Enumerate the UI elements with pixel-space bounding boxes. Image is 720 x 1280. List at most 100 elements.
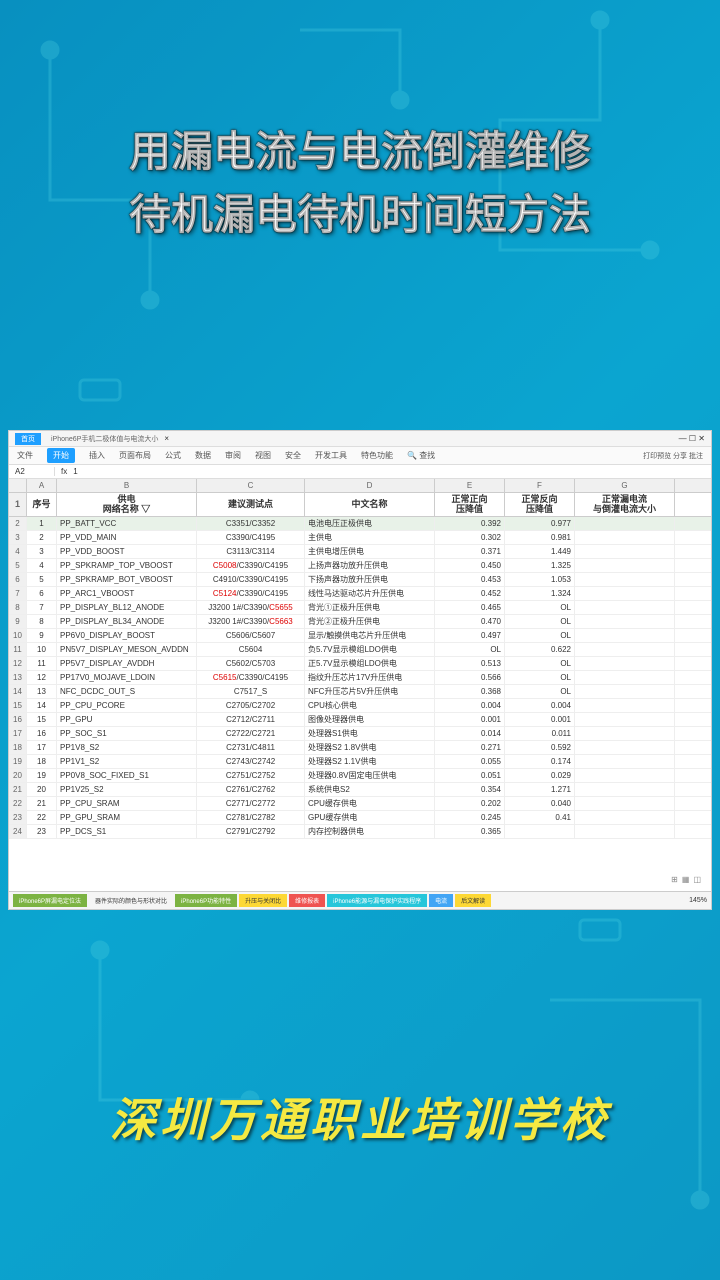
cell[interactable]: 内存控制器供电 <box>305 825 435 838</box>
cell[interactable] <box>575 825 675 838</box>
cell[interactable]: 0.452 <box>435 587 505 600</box>
cell[interactable]: 显示/触摸供电芯片升压供电 <box>305 629 435 642</box>
cell[interactable]: C3351/C3352 <box>197 517 305 530</box>
table-row[interactable]: 1312PP17V0_MOJAVE_LDOINC5615/C3390/C4195… <box>9 671 711 685</box>
cell[interactable]: OL <box>505 615 575 628</box>
cell[interactable]: 1.325 <box>505 559 575 572</box>
menu-review[interactable]: 审阅 <box>225 450 241 461</box>
formula-value[interactable]: 1 <box>73 467 77 476</box>
row-number[interactable]: 22 <box>9 797 27 810</box>
cell[interactable]: 16 <box>27 727 57 740</box>
cell[interactable]: 8 <box>27 615 57 628</box>
cell[interactable]: C5602/C5703 <box>197 657 305 670</box>
table-row[interactable]: 76PP_ARC1_VBOOSTC5124/C3390/C4195线性马达驱动芯… <box>9 587 711 601</box>
cell[interactable]: 处理器S2 1.1V供电 <box>305 755 435 768</box>
cell[interactable]: 电池电压正极供电 <box>305 517 435 530</box>
cell[interactable]: PP_SPKRAMP_BOT_VBOOST <box>57 573 197 586</box>
cell[interactable]: GPU缓存供电 <box>305 811 435 824</box>
cell[interactable]: 0.004 <box>435 699 505 712</box>
cell[interactable]: 11 <box>27 657 57 670</box>
sheet-tab[interactable]: 电流 <box>429 894 453 907</box>
cell[interactable] <box>575 531 675 544</box>
cell[interactable] <box>575 601 675 614</box>
row-number[interactable]: 3 <box>9 531 27 544</box>
cell[interactable]: 22 <box>27 811 57 824</box>
cell[interactable]: 0.622 <box>505 643 575 656</box>
cell[interactable]: C2731/C4811 <box>197 741 305 754</box>
cell[interactable] <box>575 559 675 572</box>
table-row[interactable]: 1211PP5V7_DISPLAY_AVDDHC5602/C5703正5.7V显… <box>9 657 711 671</box>
cell[interactable]: OL <box>505 629 575 642</box>
cell[interactable]: 0.011 <box>505 727 575 740</box>
cell[interactable]: PP_GPU <box>57 713 197 726</box>
header-测试点[interactable]: 建议测试点 <box>197 493 305 516</box>
row-number[interactable]: 21 <box>9 783 27 796</box>
toolbar-icon[interactable]: ⊞ <box>671 875 678 884</box>
cell[interactable] <box>505 825 575 838</box>
cell[interactable]: 0.392 <box>435 517 505 530</box>
table-row[interactable]: 2120PP1V25_S2C2761/C2762系统供电S20.3541.271 <box>9 783 711 797</box>
cell[interactable]: C2791/C2792 <box>197 825 305 838</box>
menu-file[interactable]: 文件 <box>17 450 33 461</box>
cell[interactable]: C5604 <box>197 643 305 656</box>
header-供电[interactable]: 供电网络名称 ▽ <box>57 493 197 516</box>
menu-special[interactable]: 特色功能 <box>361 450 393 461</box>
cell[interactable]: 15 <box>27 713 57 726</box>
cell[interactable]: OL <box>505 671 575 684</box>
cell[interactable]: 0.271 <box>435 741 505 754</box>
cell[interactable]: C2751/C2752 <box>197 769 305 782</box>
menu-formula[interactable]: 公式 <box>165 450 181 461</box>
formula-bar[interactable]: A2 fx 1 <box>9 465 711 479</box>
cell[interactable]: 0.41 <box>505 811 575 824</box>
cell[interactable]: 0.365 <box>435 825 505 838</box>
table-row[interactable]: 1413NFC_DCDC_OUT_SC7517_SNFC升压芯片5V升压供电0.… <box>9 685 711 699</box>
cell[interactable]: C2722/C2721 <box>197 727 305 740</box>
sheet-tab[interactable]: 器件实际的颜色与形状对比 <box>89 894 173 907</box>
cell[interactable] <box>575 699 675 712</box>
menu-insert[interactable]: 插入 <box>89 450 105 461</box>
row-number[interactable]: 5 <box>9 559 27 572</box>
table-row[interactable]: 1110PN5V7_DISPLAY_MESON_AVDDNC5604负5.7V显… <box>9 643 711 657</box>
window-controls[interactable]: — ☐ ✕ <box>679 434 705 443</box>
cell[interactable]: 13 <box>27 685 57 698</box>
cell[interactable]: 3 <box>27 545 57 558</box>
row-number[interactable]: 11 <box>9 643 27 656</box>
row-number[interactable]: 15 <box>9 699 27 712</box>
cell[interactable]: J3200 1#/C3390/C5655 <box>197 601 305 614</box>
cell[interactable]: C4910/C3390/C4195 <box>197 573 305 586</box>
cell[interactable]: C5008/C3390/C4195 <box>197 559 305 572</box>
cell[interactable]: 6 <box>27 587 57 600</box>
cell[interactable]: NFC升压芯片5V升压供电 <box>305 685 435 698</box>
cell[interactable] <box>575 811 675 824</box>
cell[interactable]: 0.302 <box>435 531 505 544</box>
col-header-g[interactable]: G <box>575 479 675 492</box>
cell[interactable]: J3200 1#/C3390/C5663 <box>197 615 305 628</box>
row-number[interactable]: 7 <box>9 587 27 600</box>
cell[interactable]: NFC_DCDC_OUT_S <box>57 685 197 698</box>
cell[interactable]: 0.497 <box>435 629 505 642</box>
header-正向[interactable]: 正常正向压降值 <box>435 493 505 516</box>
cell[interactable]: 0.202 <box>435 797 505 810</box>
cell[interactable]: C5606/C5607 <box>197 629 305 642</box>
toolbar-icon[interactable]: ▦ <box>682 875 690 884</box>
cell[interactable]: PP_CPU_PCORE <box>57 699 197 712</box>
cell[interactable] <box>575 713 675 726</box>
row-number[interactable]: 12 <box>9 657 27 670</box>
cell[interactable]: PN5V7_DISPLAY_MESON_AVDDN <box>57 643 197 656</box>
cell[interactable]: OL <box>505 601 575 614</box>
cell[interactable]: PP_DISPLAY_BL12_ANODE <box>57 601 197 614</box>
cell[interactable]: PP1V25_S2 <box>57 783 197 796</box>
cell[interactable]: 7 <box>27 601 57 614</box>
cell[interactable] <box>575 657 675 670</box>
cell[interactable]: 处理器S2 1.8V供电 <box>305 741 435 754</box>
cell[interactable]: 系统供电S2 <box>305 783 435 796</box>
cell[interactable]: 1.324 <box>505 587 575 600</box>
sheet-tab[interactable]: 升压与关闭比 <box>239 894 287 907</box>
cell[interactable]: 4 <box>27 559 57 572</box>
menu-search[interactable]: 🔍 查找 <box>407 450 435 461</box>
cell[interactable]: 1 <box>27 517 57 530</box>
sheet-tab[interactable]: 维修报表 <box>289 894 325 907</box>
cell[interactable]: 下扬声器功放升压供电 <box>305 573 435 586</box>
cell[interactable]: 1.449 <box>505 545 575 558</box>
cell[interactable]: PP_DISPLAY_BL34_ANODE <box>57 615 197 628</box>
